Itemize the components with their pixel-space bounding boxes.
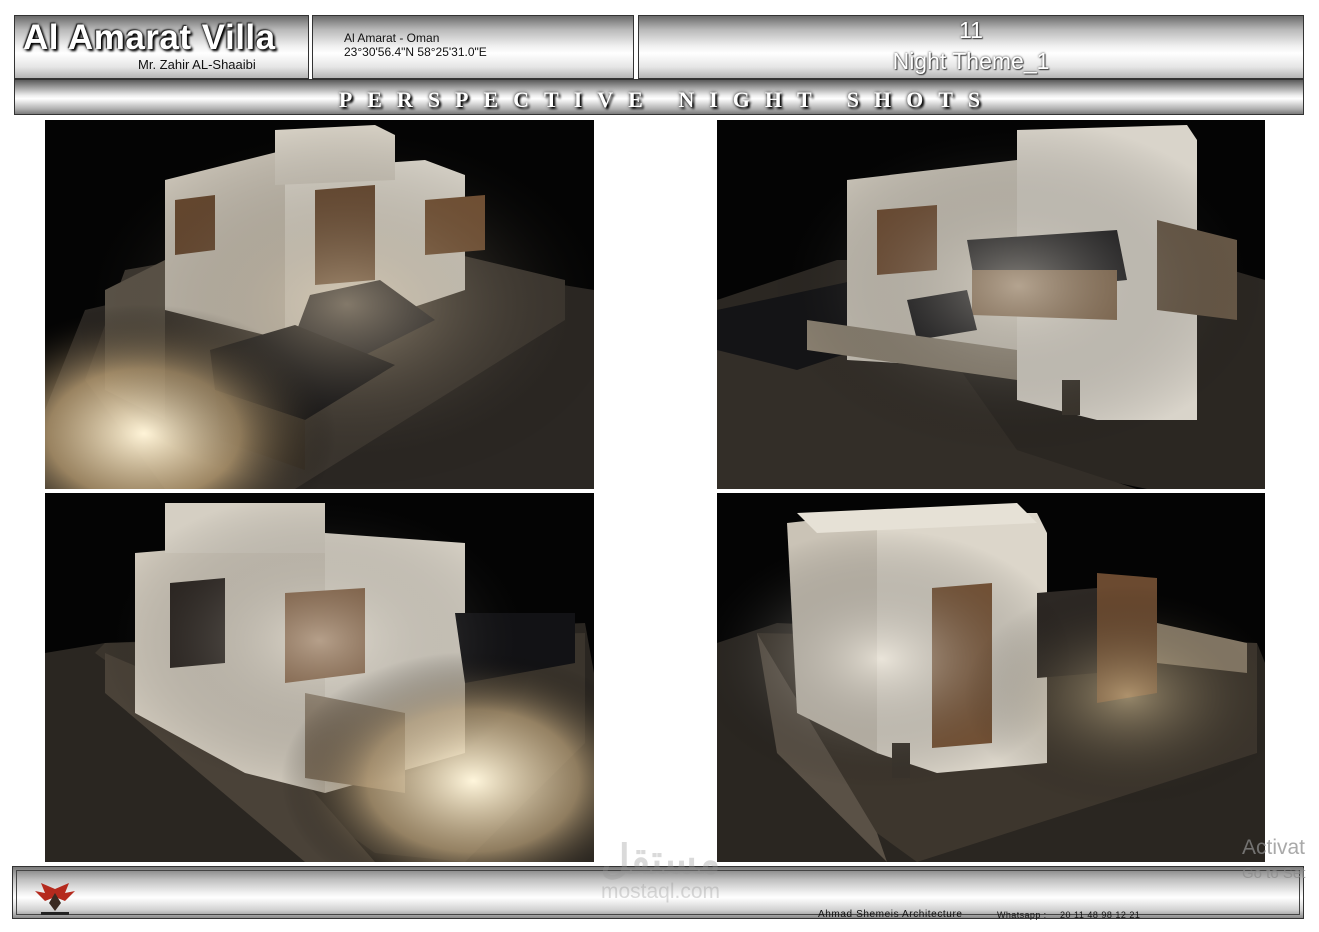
night-render-front-right bbox=[45, 493, 594, 862]
section-banner: PERSPECTIVE NIGHT SHOTS bbox=[14, 79, 1304, 115]
sheet-info-box: 11 Night Theme_1 bbox=[638, 15, 1304, 79]
client-name: Mr. Zahir AL-Shaaibi bbox=[138, 57, 256, 72]
location-coordinates: 23°30'56.4"N 58°25'31.0"E bbox=[344, 45, 487, 59]
activation-line-1: Activat bbox=[1242, 836, 1306, 859]
eagle-logo-icon bbox=[33, 879, 77, 919]
sheet-title: Night Theme_1 bbox=[892, 48, 1050, 74]
watermark-arabic: مستقل bbox=[600, 838, 721, 882]
night-render-side bbox=[717, 493, 1265, 862]
office-name: Ahmad Shemeis Architecture bbox=[818, 909, 963, 920]
night-render-front-left bbox=[45, 120, 594, 489]
site-watermark: مستقل mostaql.com bbox=[578, 838, 743, 902]
project-title: Al Amarat Villa bbox=[23, 18, 276, 57]
banner-title: PERSPECTIVE NIGHT SHOTS bbox=[338, 87, 996, 112]
location-box: Al Amarat - Oman 23°30'56.4"N 58°25'31.0… bbox=[312, 15, 634, 79]
location-name: Al Amarat - Oman bbox=[344, 31, 440, 45]
night-render-rear-right bbox=[717, 120, 1265, 489]
watermark-latin: mostaql.com bbox=[600, 880, 721, 903]
whatsapp-label: Whatsapp : bbox=[997, 910, 1047, 920]
activation-line-2: Go to Set bbox=[1242, 865, 1306, 882]
project-title-box: Al Amarat Villa Mr. Zahir AL-Shaaibi bbox=[14, 15, 309, 79]
whatsapp-number: 20 11 48 98 12 21 bbox=[1060, 910, 1141, 920]
sheet-number: 11 bbox=[959, 17, 983, 43]
os-activation-notice: Activat Go to Set bbox=[1242, 836, 1305, 882]
